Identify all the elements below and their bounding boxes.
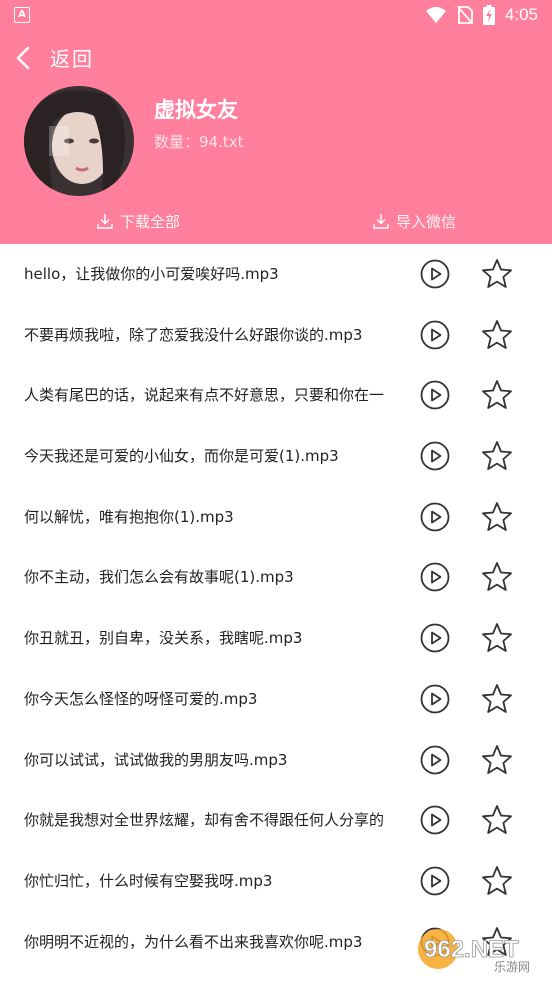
track-title: 今天我还是可爱的小仙女，而你是可爱(1).mp3 [24,447,339,466]
star-icon[interactable] [480,682,514,716]
list-item[interactable]: 你就是我想对全世界炫耀，却有舍不得跟任何人分享的 [0,790,552,851]
star-icon[interactable] [480,257,514,291]
download-icon [97,214,113,229]
watermark-logo: 962.NET 乐游网 [414,925,548,975]
play-icon[interactable] [420,623,450,653]
play-icon[interactable] [420,380,450,410]
track-title: 你今天怎么怪怪的呀怪可爱的.mp3 [24,689,258,708]
play-icon[interactable] [420,805,450,835]
list-item[interactable]: 你丑就丑，别自卑，没关系，我瞎呢.mp3 [0,608,552,669]
status-bar: A 4:05 [0,0,552,30]
avatar [24,86,134,196]
play-icon[interactable] [420,502,450,532]
play-icon[interactable] [420,441,450,471]
battery-charging-icon [482,5,495,25]
wifi-icon [425,7,446,23]
track-title: 你就是我想对全世界炫耀，却有舍不得跟任何人分享的 [24,811,385,830]
app-notification-icon: A [14,7,30,23]
download-all-label: 下载全部 [120,212,181,231]
collection-count: 数量：94.txt [154,133,244,151]
list-item[interactable]: 你忙归忙，什么时候有空娶我呀.mp3 [0,851,552,912]
header: A 4:05 返回 虚拟女友 数量：94.txt 下载全部 导入微信 [0,0,552,244]
star-icon[interactable] [480,743,514,777]
play-icon[interactable] [420,259,450,289]
list-item[interactable]: 今天我还是可爱的小仙女，而你是可爱(1).mp3 [0,426,552,487]
star-icon[interactable] [480,621,514,655]
star-icon[interactable] [480,560,514,594]
list-item[interactable]: 人类有尾巴的话，说起来有点不好意思，只要和你在一 [0,365,552,426]
star-icon[interactable] [480,500,514,534]
chevron-left-icon [16,46,30,70]
track-title: 你忙归忙，什么时候有空娶我呀.mp3 [24,871,273,890]
import-wechat-button[interactable]: 导入微信 [372,208,456,234]
star-icon[interactable] [480,803,514,837]
back-label: 返回 [50,47,94,71]
star-icon[interactable] [480,318,514,352]
list-item[interactable]: hello，让我做你的小可爱唉好吗.mp3 [0,244,552,305]
star-icon[interactable] [480,378,514,412]
track-title: 你不主动，我们怎么会有故事呢(1).mp3 [24,568,294,587]
play-icon[interactable] [420,320,450,350]
play-icon[interactable] [420,866,450,896]
track-title: hello，让我做你的小可爱唉好吗.mp3 [24,265,279,283]
list-item[interactable]: 你可以试试，试试做我的男朋友吗.mp3 [0,730,552,791]
track-title: 不要再烦我啦，除了恋爱我没什么好跟你谈的.mp3 [24,325,363,344]
track-title: 你可以试试，试试做我的男朋友吗.mp3 [24,750,288,769]
list-item[interactable]: 你不主动，我们怎么会有故事呢(1).mp3 [0,547,552,608]
watermark-brand: 962.NET [424,936,519,963]
download-all-button[interactable]: 下载全部 [96,208,180,234]
import-wechat-label: 导入微信 [396,212,457,231]
track-list: hello，让我做你的小可爱唉好吗.mp3 不要再烦我啦，除了恋爱我没什么好跟你… [0,244,552,972]
star-icon[interactable] [480,439,514,473]
list-item[interactable]: 不要再烦我啦，除了恋爱我没什么好跟你谈的.mp3 [0,305,552,366]
track-title: 人类有尾巴的话，说起来有点不好意思，只要和你在一 [24,386,385,405]
play-icon[interactable] [420,745,450,775]
status-icons: 4:05 [425,4,538,26]
collection-title: 虚拟女友 [154,98,238,122]
watermark-subtitle: 乐游网 [494,960,530,974]
status-time: 4:05 [504,5,538,24]
star-icon[interactable] [480,864,514,898]
list-item[interactable]: 何以解忧，唯有抱抱你(1).mp3 [0,487,552,548]
back-button[interactable]: 返回 [0,38,300,78]
track-title: 你明明不近视的，为什么看不出来我喜欢你呢.mp3 [24,932,363,951]
track-title: 何以解忧，唯有抱抱你(1).mp3 [24,507,234,526]
play-icon[interactable] [420,562,450,592]
no-sim-icon [457,6,473,24]
download-icon [373,214,389,229]
list-item[interactable]: 你今天怎么怪怪的呀怪可爱的.mp3 [0,669,552,730]
track-title: 你丑就丑，别自卑，没关系，我瞎呢.mp3 [24,629,303,648]
play-icon[interactable] [420,684,450,714]
